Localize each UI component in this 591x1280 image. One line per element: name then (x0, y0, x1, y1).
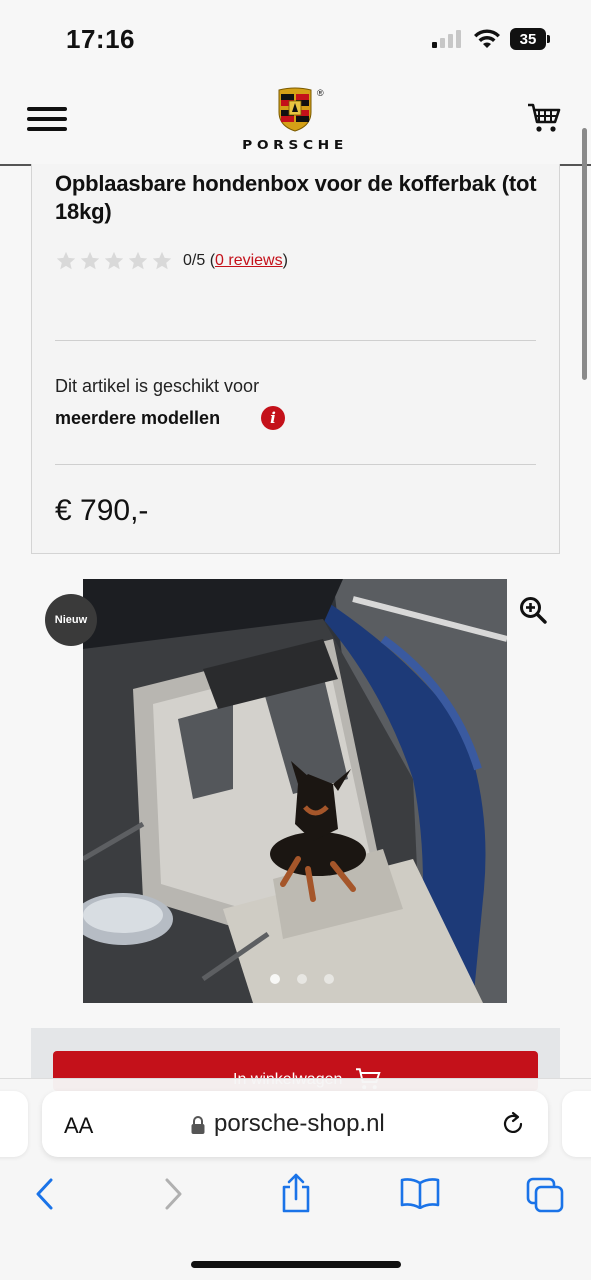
star-icon (80, 251, 100, 270)
address-bar[interactable]: AA porsche-shop.nl (42, 1091, 548, 1157)
tabs-icon[interactable] (526, 1177, 564, 1213)
browser-nav-row (0, 1173, 591, 1217)
share-icon[interactable] (280, 1173, 312, 1213)
product-rating: 0/5 (0 reviews) (55, 250, 288, 272)
product-title: Opblaasbare hondenbox voor de kofferbak … (55, 171, 537, 224)
rating-stars[interactable] (55, 250, 173, 272)
reload-icon[interactable] (500, 1111, 526, 1137)
forward-icon[interactable] (162, 1177, 184, 1211)
wifi-icon (474, 29, 500, 48)
divider (55, 464, 536, 465)
menu-icon[interactable] (27, 107, 67, 133)
rating-text: 0/5 (0 reviews) (183, 252, 288, 270)
gallery-dot[interactable] (270, 974, 280, 984)
rating-score: 0/5 (183, 252, 206, 269)
product-price: € 790,- (55, 494, 149, 527)
status-time: 17:16 (66, 24, 135, 54)
divider (55, 340, 536, 341)
site-header: ® PORSCHE (0, 80, 591, 166)
star-icon (128, 251, 148, 270)
page-scrollbar[interactable] (582, 128, 587, 380)
registered-mark: ® (317, 88, 324, 98)
browser-toolbar: AA porsche-shop.nl (0, 1078, 591, 1280)
porsche-logo[interactable]: ® PORSCHE (220, 86, 370, 156)
reviews-link[interactable]: 0 reviews (215, 252, 283, 269)
star-icon (104, 251, 124, 270)
back-icon[interactable] (34, 1177, 56, 1211)
rating-paren-close: ) (282, 252, 288, 269)
porsche-crest-icon (278, 87, 312, 132)
cart-icon[interactable] (527, 102, 561, 134)
gallery-dot[interactable] (297, 974, 307, 984)
status-bar: 17:16 35 (0, 0, 591, 80)
lock-icon (191, 1116, 205, 1134)
brand-wordmark: PORSCHE (242, 138, 348, 152)
home-indicator[interactable] (191, 1261, 401, 1268)
info-icon[interactable]: i (261, 406, 285, 430)
url-text: porsche-shop.nl (214, 1110, 385, 1137)
next-tab-preview[interactable] (562, 1091, 591, 1157)
zoom-in-icon[interactable] (519, 596, 547, 624)
product-image[interactable] (83, 579, 507, 1003)
previous-tab-preview[interactable] (0, 1091, 28, 1157)
star-icon (56, 251, 76, 270)
compatibility-text: Dit artikel is geschikt voor (55, 376, 260, 396)
compatibility-models[interactable]: meerdere modellen (55, 408, 220, 429)
signal-icon (432, 30, 461, 48)
dog-box-photo (83, 579, 507, 1003)
gallery-pagination (270, 974, 334, 984)
product-gallery: Nieuw (0, 564, 591, 1014)
bookmarks-icon[interactable] (400, 1177, 440, 1209)
battery-indicator: 35 (510, 28, 550, 50)
text-size-label: AA (64, 1113, 94, 1138)
text-size-button[interactable]: AA (64, 1113, 93, 1139)
new-badge: Nieuw (45, 594, 97, 646)
star-icon (152, 251, 172, 270)
gallery-dot[interactable] (324, 974, 334, 984)
product-info-card: Opblaasbare hondenbox voor de kofferbak … (31, 164, 560, 554)
